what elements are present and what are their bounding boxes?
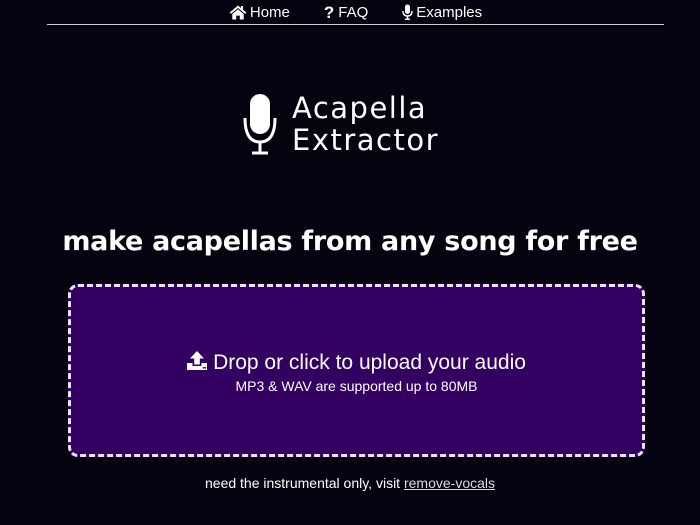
logo[interactable]: Acapella Extractor xyxy=(242,92,439,156)
remove-vocals-link[interactable]: remove-vocals xyxy=(404,475,495,491)
upload-icon xyxy=(187,350,208,376)
nav-home-link[interactable]: Home xyxy=(229,4,290,21)
page: Home ? FAQ Examples Acapella Extractor m… xyxy=(0,0,700,525)
logo-line-2: Extractor xyxy=(292,123,440,157)
upload-dropzone[interactable]: Drop or click to upload your audio MP3 &… xyxy=(68,284,645,457)
nav-faq-link[interactable]: ? FAQ xyxy=(324,4,368,21)
home-icon xyxy=(229,5,247,20)
top-nav: Home ? FAQ Examples xyxy=(47,0,664,25)
footer-text: need the instrumental only, visit xyxy=(205,475,401,491)
question-icon: ? xyxy=(323,2,335,22)
microphone-icon xyxy=(402,4,413,20)
microphone-icon xyxy=(242,92,278,156)
nav-examples-link[interactable]: Examples xyxy=(402,4,482,21)
footer-note: need the instrumental only, visit remove… xyxy=(0,475,700,491)
upload-hint: MP3 & WAV are supported up to 80MB xyxy=(235,377,478,394)
nav-examples-label: Examples xyxy=(416,3,483,21)
logo-text: Acapella Extractor xyxy=(292,92,439,156)
nav-home-label: Home xyxy=(249,3,290,21)
upload-label: Drop or click to upload your audio xyxy=(213,351,526,374)
nav-faq-label: FAQ xyxy=(338,3,369,21)
upload-prompt: Drop or click to upload your audio xyxy=(187,350,526,376)
page-headline: make acapellas from any song for free xyxy=(62,226,638,257)
logo-line-1: Acapella xyxy=(292,91,428,125)
